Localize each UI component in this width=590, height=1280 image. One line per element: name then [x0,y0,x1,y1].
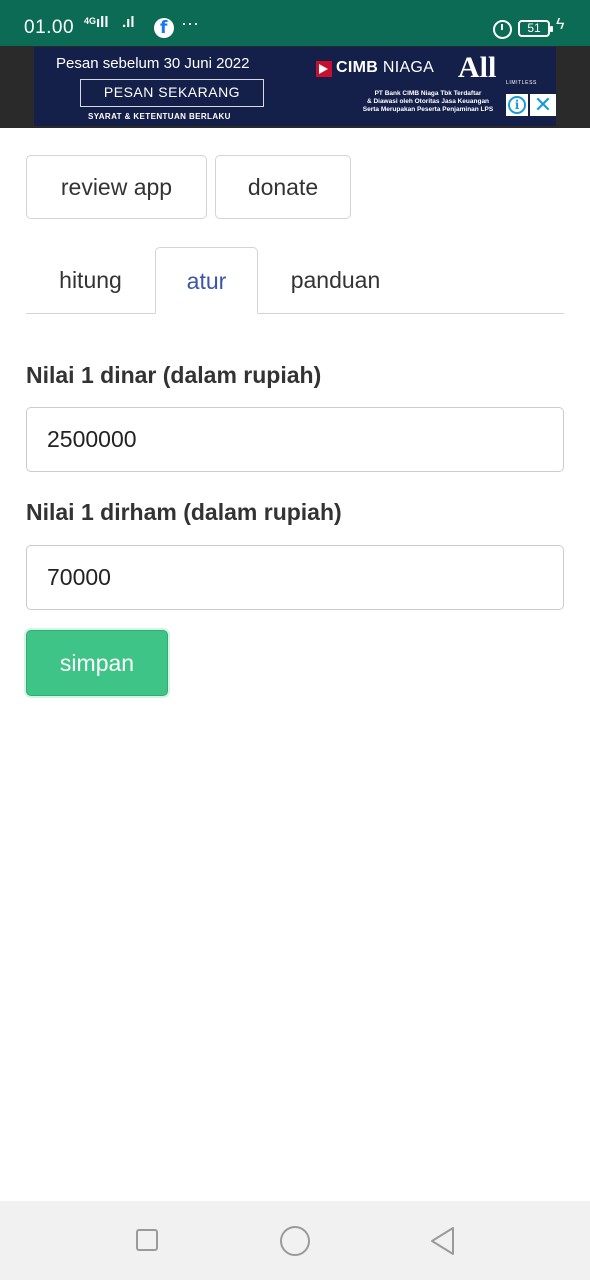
alarm-icon [493,20,512,39]
home-icon[interactable] [280,1226,310,1256]
ad-brand: CIMB NIAGA [336,59,435,76]
ad-close-icon[interactable]: ✕ [530,94,556,116]
battery-icon: 51 [518,20,553,37]
ad-banner[interactable]: Pesan sebelum 30 Juni 2022 PESAN SEKARAN… [34,47,556,126]
review-app-button[interactable]: review app [26,155,207,219]
ad-cta-button[interactable]: PESAN SEKARANG [80,79,264,107]
cimb-logo-icon [316,61,332,77]
facebook-icon: f [154,18,174,38]
back-icon[interactable] [428,1225,458,1257]
signal-icon: ıll [96,14,109,31]
ad-tagline: LIMITLESS [506,80,537,86]
dirham-value-input[interactable] [26,545,564,610]
clock: 01.00 [24,17,75,38]
save-button[interactable]: simpan [26,630,168,696]
tab-hitung[interactable]: hitung [26,247,155,314]
recent-apps-icon[interactable] [136,1229,158,1251]
dinar-value-input[interactable] [26,407,564,472]
tab-atur[interactable]: atur [155,247,258,314]
ad-headline: Pesan sebelum 30 Juni 2022 [56,55,250,72]
ad-container: Pesan sebelum 30 Juni 2022 PESAN SEKARAN… [0,46,590,128]
more-icon: ··· [181,13,199,33]
ad-all-logo: All [458,51,497,84]
ad-terms: SYARAT & KETENTUAN BERLAKU [88,112,231,121]
tab-panduan[interactable]: panduan [258,247,413,314]
ad-legal-text: PT Bank CIMB Niaga Tbk Terdaftar & Diawa… [362,90,494,113]
signal-icon-2: .ıl [122,14,135,31]
status-bar: 01.00 4G ıll .ıl f ··· 51 ϟ [0,0,590,46]
dinar-value-label: Nilai 1 dinar (dalam rupiah) [26,362,322,388]
charging-icon: ϟ [556,16,565,33]
network-type: 4G [84,16,97,26]
ad-info-icon[interactable]: i [506,94,528,116]
navigation-bar [0,1201,590,1280]
donate-button[interactable]: donate [215,155,351,219]
dirham-value-label: Nilai 1 dirham (dalam rupiah) [26,499,342,525]
